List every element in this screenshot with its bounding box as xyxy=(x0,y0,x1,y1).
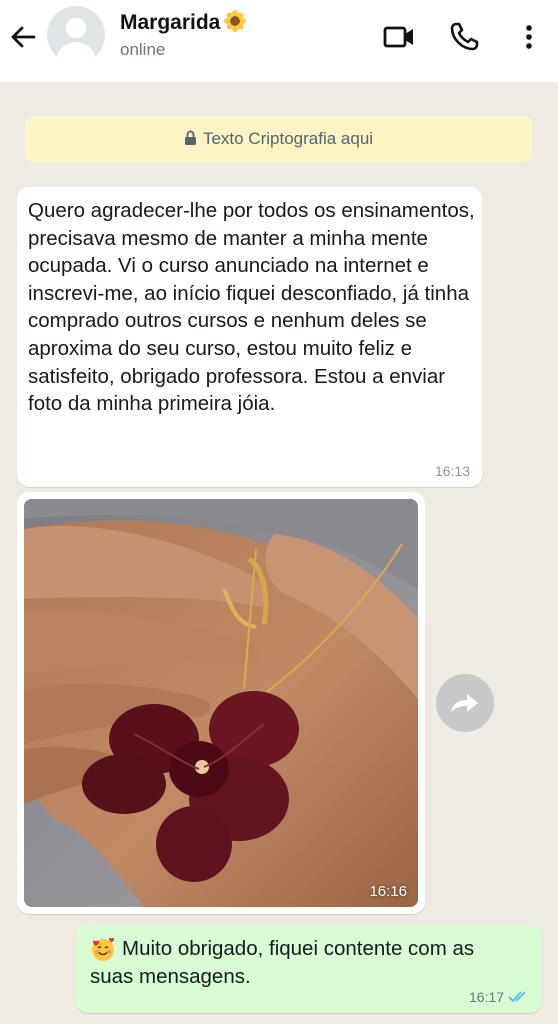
message-photo[interactable] xyxy=(24,499,418,907)
message-text: Quero agradecer-lhe por todos os ensinam… xyxy=(28,199,475,416)
contact-name-text: Margarida xyxy=(120,11,221,34)
encryption-notice-text: Texto Criptografia aqui xyxy=(202,129,374,148)
chat-header: Margarida online xyxy=(0,0,558,82)
forward-icon xyxy=(451,694,478,712)
jewelry-photo xyxy=(24,499,418,907)
lock-icon xyxy=(184,130,196,145)
message-time: 16:13 xyxy=(434,463,470,479)
phone-call-icon[interactable] xyxy=(447,20,481,54)
chat-area[interactable]: Texto Criptografia aqui Quero agradecer-… xyxy=(0,82,558,1024)
avatar[interactable] xyxy=(47,6,105,64)
contact-status: online xyxy=(120,40,166,59)
message-time: 16:16 xyxy=(369,883,407,900)
message-text: Muito obrigado, fiquei contente com as s… xyxy=(90,937,475,988)
encryption-notice[interactable]: Texto Criptografia aqui xyxy=(25,116,532,162)
more-vert-icon[interactable] xyxy=(512,20,546,54)
outgoing-message-bubble[interactable]: Muito obrigado, fiquei contente com as s… xyxy=(76,925,542,1013)
contact-name[interactable]: Margarida xyxy=(120,10,247,35)
incoming-image-bubble[interactable]: 16:16 xyxy=(17,492,425,914)
read-receipt-icon xyxy=(508,991,526,1003)
forward-button[interactable] xyxy=(436,674,494,732)
message-time: 16:17 xyxy=(468,989,504,1005)
back-arrow-icon[interactable] xyxy=(8,22,38,52)
sunflower-emoji-icon xyxy=(224,10,247,32)
video-call-icon[interactable] xyxy=(382,20,416,54)
incoming-message-bubble[interactable]: Quero agradecer-lhe por todos os ensinam… xyxy=(17,187,482,487)
